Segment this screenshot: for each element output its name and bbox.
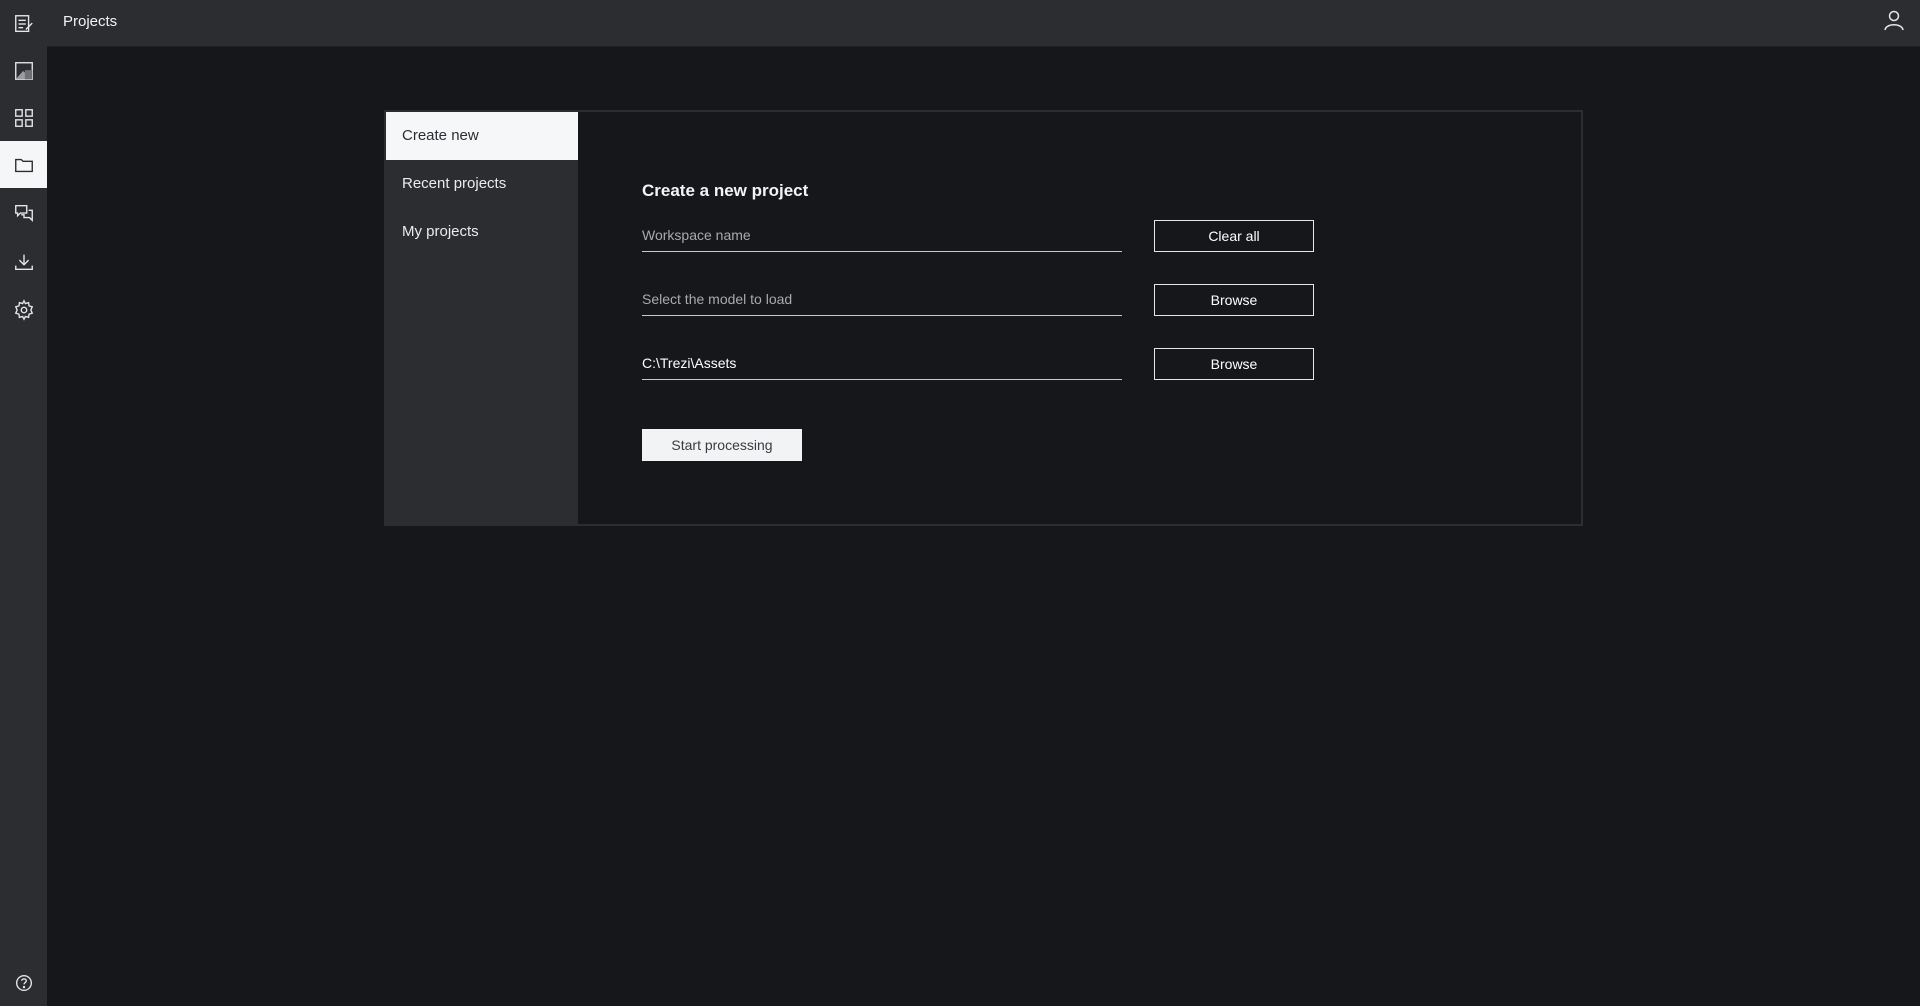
user-icon[interactable] (1882, 8, 1906, 32)
sidebar-item-projects[interactable] (0, 141, 47, 188)
nav-item-my-projects[interactable]: My projects (386, 208, 578, 256)
sidebar-item-help[interactable] (0, 959, 47, 1006)
workspace-name-input[interactable] (642, 219, 1122, 252)
form-title: Create a new project (642, 181, 809, 200)
sidebar-item-download[interactable] (0, 238, 47, 285)
project-panel: Create new Recent projects My projects C… (384, 110, 1583, 526)
browse-model-button[interactable]: Browse (1154, 284, 1314, 316)
model-path-input[interactable] (642, 283, 1122, 316)
grid-icon (14, 108, 33, 127)
download-icon (14, 254, 33, 270)
chat-icon (14, 204, 33, 222)
sidebar-item-image[interactable] (0, 47, 47, 94)
assets-path-input[interactable] (642, 347, 1122, 380)
page-title: Projects (63, 13, 118, 30)
top-bar: Projects (47, 0, 1920, 47)
sidebar-item-grid[interactable] (0, 94, 47, 141)
start-processing-button[interactable]: Start processing (642, 429, 802, 461)
notes-icon (14, 14, 33, 32)
image-icon (14, 61, 33, 80)
nav-item-create-new[interactable]: Create new (386, 112, 578, 160)
sidebar-item-notes[interactable] (0, 0, 47, 47)
sidebar (0, 0, 47, 1006)
clear-all-button[interactable]: Clear all (1154, 220, 1314, 252)
gear-icon (14, 298, 33, 321)
nav-item-recent-projects[interactable]: Recent projects (386, 160, 578, 208)
help-icon (15, 974, 32, 991)
browse-assets-button[interactable]: Browse (1154, 348, 1314, 380)
folder-icon (14, 158, 33, 172)
sidebar-item-chat[interactable] (0, 189, 47, 236)
project-nav: Create new Recent projects My projects (386, 112, 578, 524)
sidebar-item-settings[interactable] (0, 286, 47, 333)
